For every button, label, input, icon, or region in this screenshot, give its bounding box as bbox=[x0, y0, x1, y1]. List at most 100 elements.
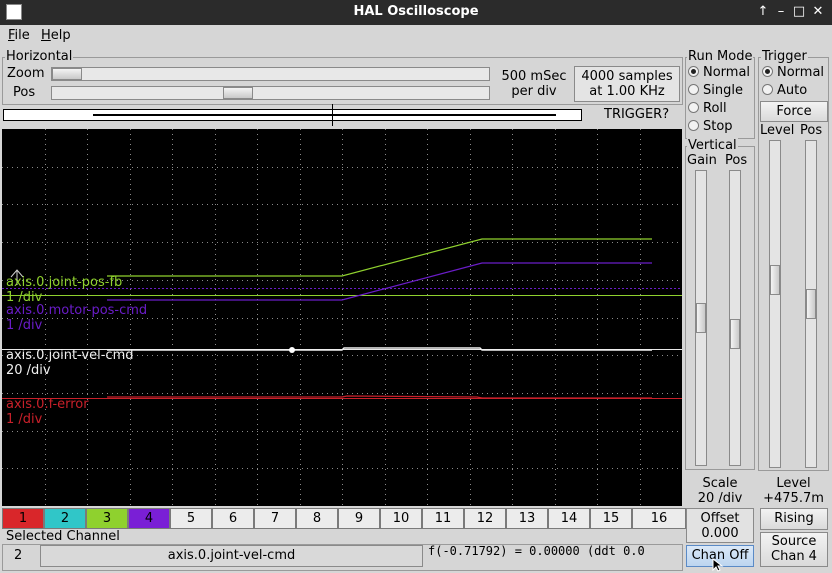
run-mode-stop[interactable]: Stop bbox=[688, 119, 733, 134]
offset-button[interactable]: Offset 0.000 bbox=[686, 508, 754, 543]
trigger-auto-label: Auto bbox=[777, 83, 808, 98]
channel-button-15[interactable]: 15 bbox=[590, 508, 632, 529]
trigger-level-label: Level bbox=[760, 123, 795, 138]
zoom-slider[interactable] bbox=[51, 67, 490, 81]
edge-button[interactable]: Rising bbox=[760, 508, 828, 530]
trace-1-joint-pos-fb bbox=[107, 238, 652, 277]
channel-button-7[interactable]: 7 bbox=[254, 508, 296, 529]
channel-button-4[interactable]: 4 bbox=[128, 508, 170, 529]
channel-button-2[interactable]: 2 bbox=[44, 508, 86, 529]
cursor-dot bbox=[289, 347, 295, 353]
run-mode-label: Run Mode bbox=[687, 49, 754, 64]
channel-button-1[interactable]: 1 bbox=[2, 508, 44, 529]
sample-rate: at 1.00 KHz bbox=[589, 84, 665, 99]
gain-label: Gain bbox=[687, 153, 717, 168]
pos-label: Pos bbox=[13, 85, 36, 100]
vertical-pos-slider-thumb[interactable] bbox=[730, 319, 740, 349]
vertical-pos-slider[interactable] bbox=[729, 170, 741, 466]
mouse-pointer-icon bbox=[712, 558, 724, 572]
time-per-div-value: 500 mSec bbox=[501, 69, 567, 84]
force-button[interactable]: Force bbox=[760, 101, 828, 122]
run-mode-single-label: Single bbox=[703, 83, 743, 98]
trace-4-scale: 1 /div bbox=[6, 412, 43, 427]
radio-indicator-selected bbox=[762, 66, 773, 77]
trace-3-scale: 20 /div bbox=[6, 363, 51, 378]
radio-indicator-selected bbox=[688, 66, 699, 77]
scope-display[interactable]: axis.0.joint-pos-fb 1 /div axis.0.motor-… bbox=[2, 129, 682, 506]
trace-4-name: axis.0.f-error bbox=[6, 397, 89, 412]
run-mode-roll[interactable]: Roll bbox=[688, 101, 727, 116]
menu-help-label: elp bbox=[50, 28, 71, 43]
radio-indicator bbox=[688, 120, 699, 131]
offset-label: Offset bbox=[700, 511, 740, 526]
channel-button-9[interactable]: 9 bbox=[338, 508, 380, 529]
channel-button-11[interactable]: 11 bbox=[422, 508, 464, 529]
trigger-normal-label: Normal bbox=[777, 65, 825, 80]
value-readout: f(-0.71792) = 0.00000 (ddt 0.0 bbox=[428, 544, 645, 558]
trigger-source-channel: Chan 4 bbox=[771, 549, 817, 564]
selected-channel-signal-button[interactable]: axis.0.joint-vel-cmd bbox=[40, 545, 423, 567]
run-mode-stop-label: Stop bbox=[703, 119, 733, 134]
channel-button-6[interactable]: 6 bbox=[212, 508, 254, 529]
radio-indicator bbox=[762, 84, 773, 95]
selected-channel-label: Selected Channel bbox=[5, 529, 121, 544]
trace-2-motor-pos-cmd bbox=[107, 262, 652, 301]
channel-button-13[interactable]: 13 bbox=[506, 508, 548, 529]
close-button[interactable]: ✕ bbox=[809, 3, 827, 21]
trigger-pos-label: Pos bbox=[800, 123, 823, 138]
radio-indicator bbox=[688, 102, 699, 113]
zoom-slider-thumb[interactable] bbox=[52, 68, 82, 80]
record-window-extent bbox=[93, 114, 556, 116]
keep-above-button[interactable]: ↑ bbox=[754, 3, 772, 21]
trigger-status: TRIGGER? bbox=[604, 107, 670, 122]
trigger-level-caption: Level bbox=[776, 476, 811, 491]
trace-2-scale: 1 /div bbox=[6, 318, 43, 333]
channel-button-14[interactable]: 14 bbox=[548, 508, 590, 529]
scale-value: 20 /div bbox=[697, 491, 743, 506]
record-position-bar[interactable] bbox=[3, 104, 582, 126]
sample-rate-box[interactable]: 4000 samples at 1.00 KHz bbox=[574, 66, 680, 102]
pos-slider[interactable] bbox=[51, 86, 490, 100]
menu-file[interactable]: File bbox=[8, 28, 30, 43]
vertical-label: Vertical bbox=[687, 138, 738, 153]
trigger-normal[interactable]: Normal bbox=[762, 65, 824, 80]
time-per-div-unit: per div bbox=[511, 84, 557, 99]
trace-4-f-error bbox=[107, 395, 652, 399]
run-mode-normal-label: Normal bbox=[703, 65, 751, 80]
run-mode-single[interactable]: Single bbox=[688, 83, 743, 98]
scale-label: Scale bbox=[702, 476, 738, 491]
minimize-button[interactable]: – bbox=[772, 3, 790, 21]
radio-indicator bbox=[688, 84, 699, 95]
gain-slider-thumb[interactable] bbox=[696, 303, 706, 333]
sample-count: 4000 samples bbox=[581, 69, 673, 84]
trace-2-name: axis.0.motor-pos-cmd bbox=[6, 303, 148, 318]
title-bar: HAL Oscilloscope ↑ – □ ✕ bbox=[0, 0, 832, 25]
offset-value: 0.000 bbox=[701, 526, 739, 541]
trigger-source-button[interactable]: Source Chan 4 bbox=[760, 532, 828, 567]
selected-channel-number: 2 bbox=[14, 548, 23, 563]
channel-button-5[interactable]: 5 bbox=[170, 508, 212, 529]
channel-button-16[interactable]: 16 bbox=[632, 508, 686, 529]
menu-help[interactable]: Help bbox=[41, 28, 71, 43]
trigger-source-label: Source bbox=[771, 534, 817, 549]
run-mode-normal[interactable]: Normal bbox=[688, 65, 750, 80]
menu-help-mnemonic: H bbox=[41, 28, 51, 43]
pos-slider-thumb[interactable] bbox=[223, 87, 253, 99]
trigger-pos-slider[interactable] bbox=[805, 140, 817, 468]
channel-button-12[interactable]: 12 bbox=[464, 508, 506, 529]
channel-button-10[interactable]: 10 bbox=[380, 508, 422, 529]
trigger-level-slider[interactable] bbox=[769, 140, 781, 468]
menu-bar: File Help bbox=[0, 25, 832, 47]
channel-button-3[interactable]: 3 bbox=[86, 508, 128, 529]
trace-1-name: axis.0.joint-pos-fb bbox=[6, 275, 123, 290]
trigger-pos-slider-thumb[interactable] bbox=[806, 289, 816, 319]
window-title: HAL Oscilloscope bbox=[353, 4, 479, 19]
channel-button-8[interactable]: 8 bbox=[296, 508, 338, 529]
gain-slider[interactable] bbox=[695, 170, 707, 466]
vertical-pos-label: Pos bbox=[725, 153, 748, 168]
horizontal-group-label: Horizontal bbox=[5, 49, 74, 64]
maximize-button[interactable]: □ bbox=[790, 3, 808, 21]
trigger-auto[interactable]: Auto bbox=[762, 83, 807, 98]
trigger-position-marker bbox=[332, 104, 333, 126]
trigger-level-slider-thumb[interactable] bbox=[770, 265, 780, 295]
